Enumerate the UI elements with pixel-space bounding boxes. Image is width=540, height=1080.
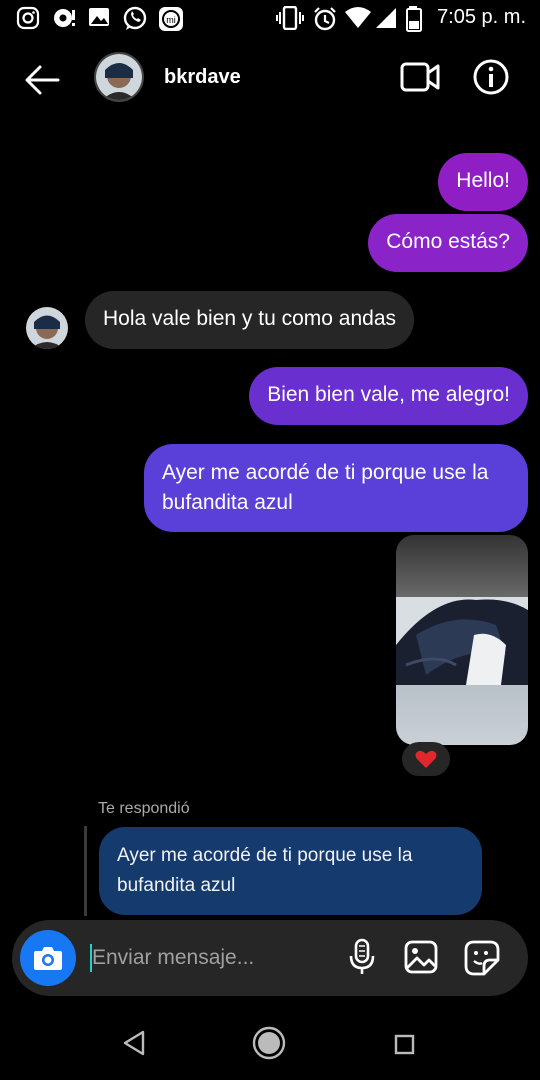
vibrate-icon xyxy=(276,6,304,30)
message-input[interactable] xyxy=(92,938,332,978)
camera-icon xyxy=(34,947,62,970)
system-nav-bar xyxy=(0,1000,540,1080)
status-time: 7:05 p. m. xyxy=(437,6,526,28)
signal-icon xyxy=(376,8,396,28)
alarm-icon xyxy=(314,7,336,31)
svg-text:mi: mi xyxy=(166,15,176,25)
chat-header: bkrdave xyxy=(0,38,540,118)
sender-avatar[interactable] xyxy=(26,307,68,349)
microphone-icon[interactable] xyxy=(348,938,376,976)
mi-icon: mi xyxy=(159,7,183,31)
gallery-icon[interactable] xyxy=(404,940,438,974)
reaction-badge[interactable] xyxy=(402,742,450,776)
camera-button[interactable] xyxy=(20,930,76,986)
instagram-icon xyxy=(16,6,40,30)
info-icon[interactable] xyxy=(472,58,510,96)
battery-icon xyxy=(406,6,422,32)
video-call-icon[interactable] xyxy=(400,60,440,94)
avatar[interactable] xyxy=(94,52,144,102)
message-bubble-sent[interactable]: Cómo estás? xyxy=(368,214,528,272)
nav-back-icon[interactable] xyxy=(122,1030,146,1056)
photo-message[interactable] xyxy=(396,535,528,745)
image-icon xyxy=(89,8,109,26)
back-arrow-icon[interactable] xyxy=(22,60,62,100)
message-bubble-received[interactable]: Hola vale bien y tu como andas xyxy=(85,291,415,349)
message-bubble-sent[interactable]: Bien bien vale, me alegro! xyxy=(249,367,528,425)
heart-icon xyxy=(415,750,437,768)
whatsapp-icon xyxy=(123,6,147,30)
message-bubble-sent[interactable]: Hello! xyxy=(438,153,528,211)
sticker-icon[interactable] xyxy=(464,940,500,976)
nav-home-icon[interactable] xyxy=(252,1026,286,1060)
chat-notification-icon xyxy=(54,9,75,27)
wifi-icon xyxy=(345,7,371,28)
nav-recent-icon[interactable] xyxy=(394,1034,416,1056)
message-bubble-sent[interactable]: Ayer me acordé de ti porque use la bufan… xyxy=(144,444,528,532)
reply-quote-bar xyxy=(84,826,87,916)
replied-label: Te respondió xyxy=(98,800,190,817)
message-composer xyxy=(12,920,528,996)
chat-username[interactable]: bkrdave xyxy=(164,66,241,89)
status-bar: mi 7:05 p. m. xyxy=(0,0,540,38)
quoted-message[interactable]: Ayer me acordé de ti porque use la bufan… xyxy=(99,827,482,915)
